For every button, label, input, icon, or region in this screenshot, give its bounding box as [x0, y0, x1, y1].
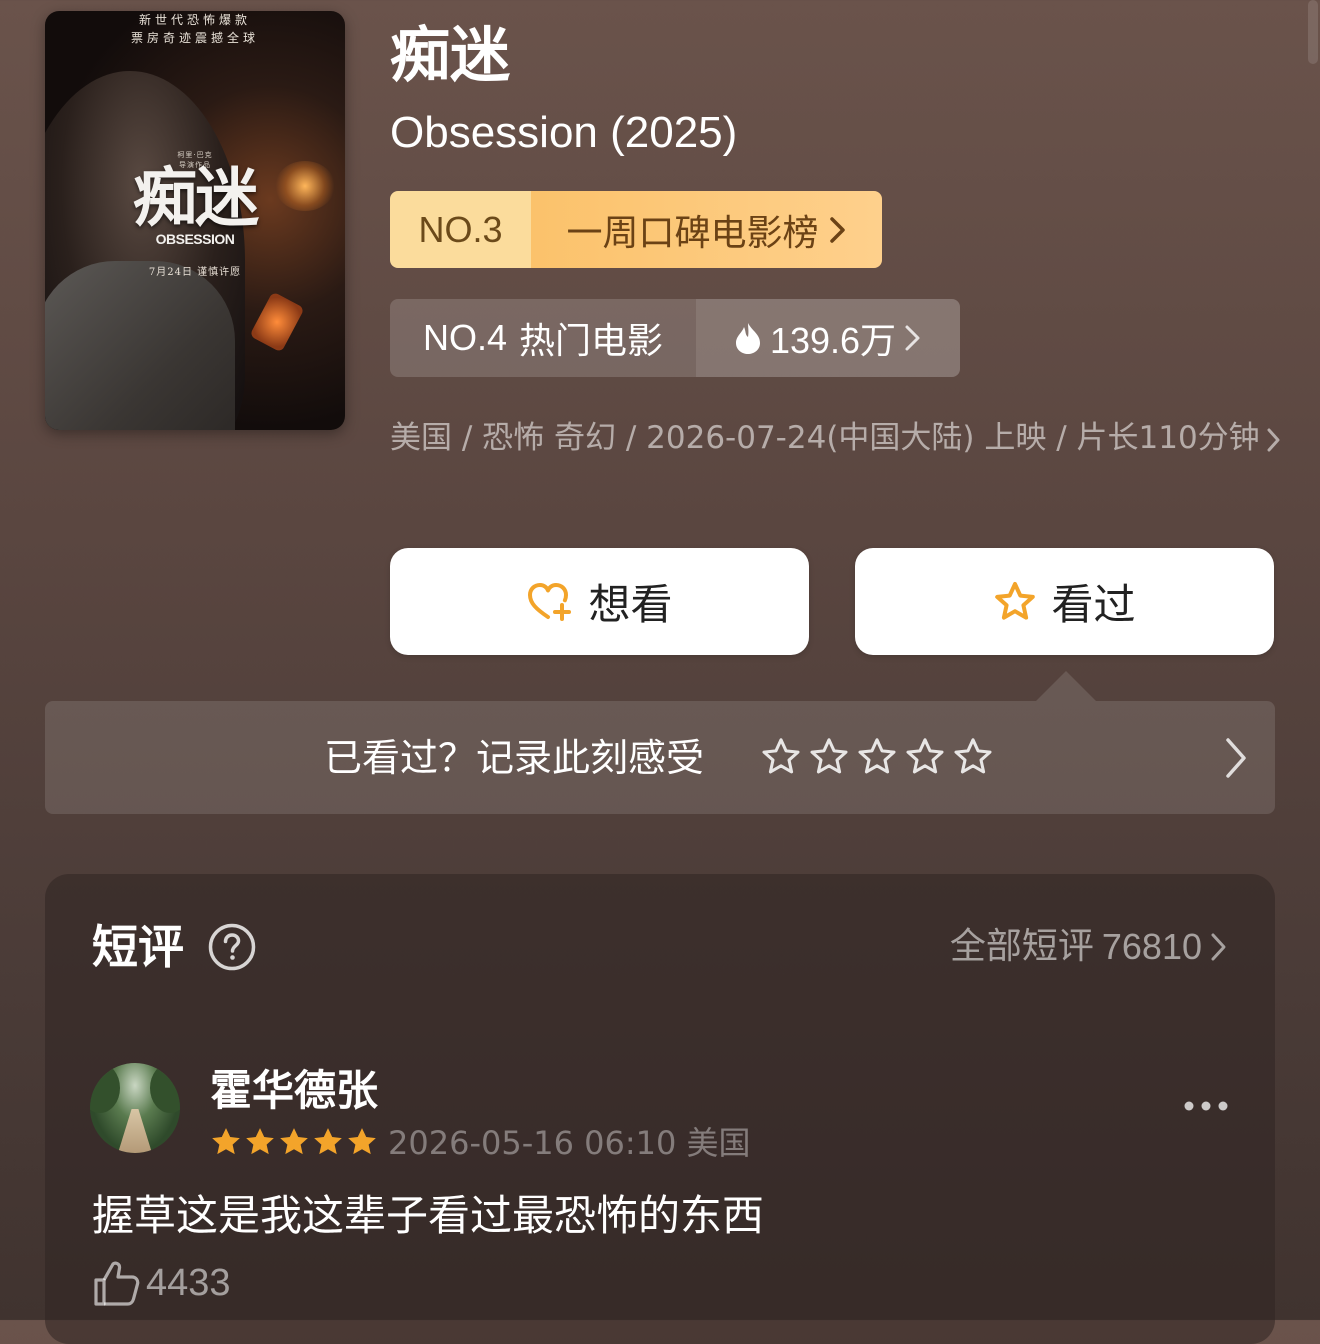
star-empty-icon[interactable] [808, 736, 850, 778]
movie-meta-info[interactable]: 美国 / 恐怖 奇幻 / 2026-07-24(中国大陆) 上映 / 片长110… [390, 410, 1285, 466]
chevron-right-icon[interactable] [1222, 736, 1250, 780]
avatar-tree-left [90, 1063, 120, 1113]
poster-tagline-2: 票房奇迹震撼全球 [130, 31, 259, 45]
star-filled-icon [212, 1128, 240, 1155]
ranking-hot-label: 热门电影 [519, 321, 664, 362]
chevron-right-icon [905, 325, 920, 351]
want-to-watch-label: 想看 [588, 580, 673, 629]
ranking-weekly-badge[interactable]: NO.3 一周口碑电影榜 [390, 191, 882, 268]
ranking-weekly-label: 一周口碑电影榜 [566, 212, 819, 254]
more-dots-icon[interactable] [1183, 1096, 1229, 1116]
poster-title-en: OBSESSION [155, 231, 235, 247]
rating-stars[interactable] [760, 736, 994, 778]
review-meta: 2026-05-16 06:10 美国 [388, 1120, 751, 1166]
review-datetime: 2026-05-16 06:10 [388, 1124, 677, 1162]
want-to-watch-button[interactable]: 想看 [390, 548, 809, 655]
star-outline-icon [995, 581, 1036, 620]
avatar-tree-right [150, 1063, 180, 1113]
movie-title: 痴迷 [390, 21, 510, 91]
rating-pointer [1036, 671, 1096, 701]
heat-value: 139.6万 [769, 320, 897, 361]
like-button[interactable]: 4433 [92, 1258, 231, 1308]
movie-meta-text: 美国 / 恐怖 奇幻 / 2026-07-24(中国大陆) 上映 / 片长110… [390, 420, 1260, 456]
ranking-hot-label-group: NO.4 热门电影 [390, 299, 696, 377]
poster-title-cn: 痴迷 [133, 161, 259, 236]
star-empty-icon[interactable] [856, 736, 898, 778]
poster-shirt [45, 261, 235, 430]
all-reviews-link[interactable]: 全部短评 76810 [950, 920, 1228, 974]
review-text: 握草这是我这辈子看过最恐怖的东西 [92, 1191, 765, 1240]
star-filled-icon [314, 1128, 342, 1155]
all-reviews-label: 全部短评 [949, 926, 1094, 967]
short-reviews-title: 短评 [92, 920, 184, 974]
poster-tagline-1: 新世代恐怖爆款 [138, 13, 251, 27]
all-reviews-count: 76810 [1101, 926, 1202, 967]
flame-icon [735, 323, 760, 354]
review-rating-stars [210, 1126, 378, 1158]
star-filled-icon [348, 1128, 376, 1155]
ranking-hot-badge[interactable]: NO.4 热门电影 139.6万 [390, 299, 960, 377]
star-empty-icon[interactable] [952, 736, 994, 778]
chevron-right-icon [1267, 428, 1280, 451]
thumbs-up-icon [94, 1261, 140, 1306]
avatar-path [118, 1109, 152, 1153]
movie-poster[interactable]: 新世代恐怖爆款 票房奇迹震撼全球 柯里·巴克 导演作品 痴迷 OBSESSION … [45, 11, 345, 430]
movie-original-title: Obsession (2025) [390, 108, 738, 157]
avatar[interactable] [90, 1063, 180, 1153]
poster-date: 7月24日 谨慎许愿 [148, 267, 242, 278]
star-filled-icon [280, 1128, 308, 1155]
star-filled-icon [246, 1128, 274, 1155]
poster-phone-glow [249, 291, 305, 353]
star-empty-icon[interactable] [760, 736, 802, 778]
scrollbar[interactable] [1308, 0, 1318, 64]
watched-label: 看过 [1051, 580, 1136, 629]
chevron-right-icon [1211, 933, 1226, 961]
chevron-right-icon [829, 216, 845, 243]
heart-plus-icon [528, 582, 572, 621]
rating-prompt-text: 已看过？记录此刻感受 [324, 736, 705, 780]
ranking-hot-number: NO.4 [422, 317, 507, 358]
ranking-weekly-number: NO.3 [390, 191, 531, 268]
ranking-weekly-list: 一周口碑电影榜 [531, 191, 882, 268]
ranking-hot-heat: 139.6万 [696, 299, 960, 377]
like-count: 4433 [146, 1261, 231, 1304]
review-location: 美国 [686, 1124, 751, 1162]
poster-credit-name: 柯里·巴克 [177, 151, 213, 159]
star-empty-icon[interactable] [904, 736, 946, 778]
question-circle-icon[interactable] [207, 922, 257, 972]
reviewer-name[interactable]: 霍华德张 [210, 1062, 378, 1120]
watched-button[interactable]: 看过 [855, 548, 1274, 655]
